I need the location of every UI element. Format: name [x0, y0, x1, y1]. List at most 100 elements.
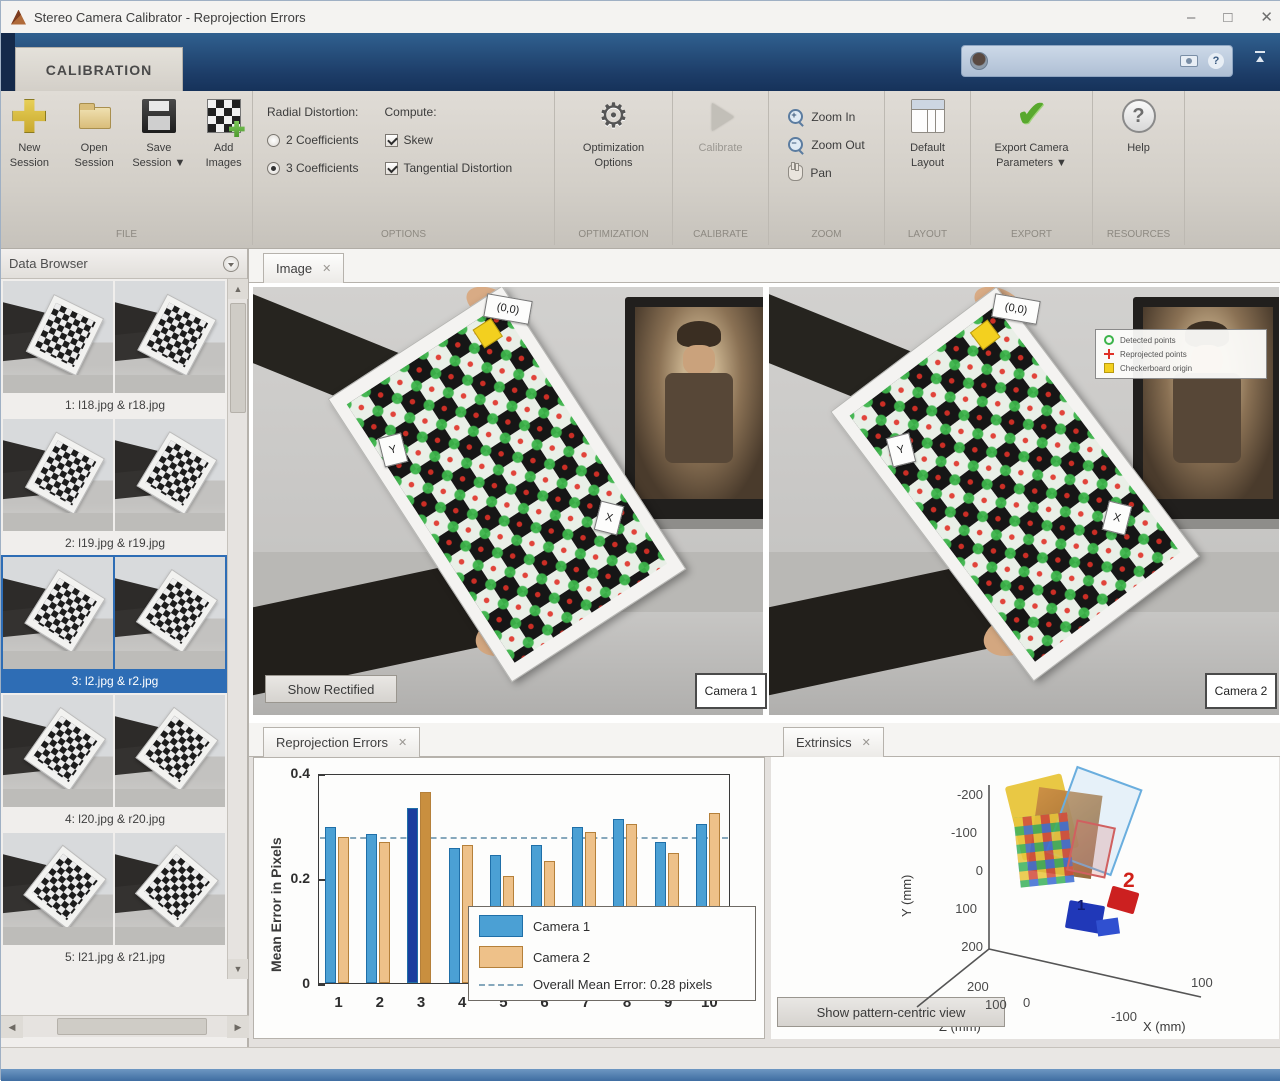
add-images-icon	[207, 99, 241, 133]
tab-image[interactable]: Image ✕	[263, 253, 344, 283]
y-tick-label: 0.2	[276, 870, 310, 886]
figure-body-shape	[1173, 373, 1241, 463]
radio-icon	[267, 134, 280, 147]
gear-icon: ⚙	[597, 99, 631, 133]
bar-camera1-group4	[449, 848, 460, 984]
checkbox-tangential-distortion[interactable]: Tangential Distortion	[385, 161, 513, 175]
vertical-scrollbar[interactable]: ▲ ▼	[227, 279, 247, 979]
scroll-right-arrow[interactable]: ▶	[227, 1016, 249, 1038]
camera-icon[interactable]	[1180, 55, 1198, 67]
save-session-button[interactable]: Save Session ▼	[131, 99, 188, 171]
image-pair-label[interactable]: 2: l19.jpg & r19.jpg	[1, 533, 229, 555]
help-icon[interactable]: ?	[1208, 53, 1224, 69]
close-button[interactable]: ✕	[1260, 10, 1273, 25]
list-item-image-pair[interactable]: 2: l19.jpg & r19.jpg	[1, 417, 229, 555]
close-icon[interactable]: ✕	[862, 736, 871, 749]
bar-camera1-group1	[325, 827, 336, 984]
legend-label: Camera 2	[533, 950, 590, 965]
tab-calibration[interactable]: CALIBRATION	[15, 47, 183, 91]
chart-ylabel: Mean Error in Pixels	[268, 837, 284, 972]
overall-mean-error-label: Overall Mean Error: 0.28 pixels	[533, 977, 712, 992]
legend-row: Reprojected points	[1104, 349, 1258, 359]
calibrate-button[interactable]: Calibrate	[681, 99, 761, 156]
show-rectified-button[interactable]: Show Rectified	[265, 675, 397, 703]
open-session-button[interactable]: Open Session	[66, 99, 123, 171]
figure-body-shape	[665, 373, 733, 463]
extrinsics-tabstrip: Extrinsics ✕	[769, 723, 1280, 757]
layout-grid-icon	[911, 99, 945, 133]
origin-square	[1104, 363, 1114, 373]
reprojection-tabstrip: Reprojection Errors ✕	[249, 723, 769, 757]
reprojection-bar-chart[interactable]: Mean Error in Pixels00.20.412345678910Ca…	[253, 757, 765, 1039]
bar-camera2-group2	[379, 842, 390, 983]
new-session-button[interactable]: New Session	[1, 99, 58, 171]
scroll-down-arrow[interactable]: ▼	[228, 959, 248, 979]
legend-swatch	[479, 946, 523, 968]
thumbnail-photo	[115, 419, 225, 531]
help-button[interactable]: ? Help	[1109, 99, 1169, 156]
list-item-image-pair[interactable]: 1: l18.jpg & r18.jpg	[1, 279, 229, 417]
section-options: OPTIONS	[253, 223, 555, 245]
desk-shape	[115, 651, 225, 669]
y-tick-label: 0.4	[276, 765, 310, 781]
extrinsics-3d-plot[interactable]: Y (mm) X (mm) Z (mm) Show pattern-centri…	[771, 757, 1279, 1039]
ribbon-group-zoom: + Zoom In − Zoom Out Pan	[769, 91, 885, 223]
minimize-button[interactable]: –	[1187, 10, 1195, 25]
close-icon[interactable]: ✕	[398, 736, 407, 749]
scrollbar-thumb[interactable]	[230, 303, 246, 413]
export-camera-parameters-button[interactable]: ✔ Export Camera Parameters ▼	[978, 99, 1086, 171]
checkbox-icon	[385, 162, 398, 175]
section-layout: LAYOUT	[885, 223, 971, 245]
checker-pattern	[34, 303, 95, 367]
pan-button[interactable]: Pan	[788, 165, 864, 181]
thumbnail-photo	[115, 833, 225, 945]
close-icon[interactable]: ✕	[322, 262, 331, 275]
maximize-button[interactable]: □	[1223, 10, 1232, 25]
horizontal-scrollbar[interactable]: ◀ ▶	[1, 1015, 249, 1037]
status-bar	[1, 1047, 1280, 1081]
camera1-image[interactable]: (0,0)YX	[253, 287, 763, 715]
bar-camera1-group2	[366, 834, 377, 983]
play-icon	[704, 99, 738, 133]
list-item-image-pair[interactable]: 5: l21.jpg & r21.jpg	[1, 831, 229, 969]
z-tick-label: 100	[985, 997, 1007, 1012]
scroll-left-arrow[interactable]: ◀	[1, 1016, 23, 1038]
list-item-image-pair[interactable]: 4: l20.jpg & r20.jpg	[1, 693, 229, 831]
collapse-ribbon-icon[interactable]	[1253, 51, 1267, 65]
checkbox-skew[interactable]: Skew	[385, 133, 513, 147]
question-mark-icon: ?	[1122, 99, 1156, 133]
image-pair-label[interactable]: 5: l21.jpg & r21.jpg	[1, 947, 229, 969]
scroll-up-arrow[interactable]: ▲	[228, 279, 248, 299]
ribbon-edge	[1, 33, 15, 91]
radio-2-coefficients[interactable]: 2 Coefficients	[267, 133, 359, 147]
chart-legend: Camera 1Camera 2Overall Mean Error: 0.28…	[468, 906, 756, 1001]
default-layout-button[interactable]: Default Layout	[893, 99, 963, 171]
compute-label: Compute:	[385, 105, 513, 119]
zoom-in-button[interactable]: + Zoom In	[788, 109, 864, 125]
legend-swatch	[479, 915, 523, 937]
tab-extrinsics[interactable]: Extrinsics ✕	[783, 727, 884, 757]
scrollbar-thumb[interactable]	[57, 1018, 207, 1035]
data-browser-title: Data Browser	[9, 256, 88, 271]
radio-3-coefficients[interactable]: 3 Coefficients	[267, 161, 359, 175]
checkerboard-thumb	[136, 569, 218, 653]
zoom-out-button[interactable]: − Zoom Out	[788, 137, 864, 153]
image-pair-label[interactable]: 1: l18.jpg & r18.jpg	[1, 395, 229, 417]
image-pair-label[interactable]: 4: l20.jpg & r20.jpg	[1, 809, 229, 831]
radio-selected-icon	[267, 162, 280, 175]
optimization-options-button[interactable]: ⚙ Optimization Options	[569, 99, 659, 171]
desk-shape	[3, 789, 113, 807]
y-tick-label: 0	[276, 975, 310, 991]
list-item-image-pair[interactable]: 3: l2.jpg & r2.jpg	[1, 555, 229, 693]
add-images-button[interactable]: Add Images	[195, 99, 252, 171]
quick-access-toolbar[interactable]: ?	[961, 45, 1233, 77]
image-tabstrip: Image ✕	[249, 249, 1280, 283]
thumbnail-photo	[115, 557, 225, 669]
panel-menu-icon[interactable]	[223, 256, 239, 272]
thumbnail-photo	[3, 833, 113, 945]
section-optimization: OPTIMIZATION	[555, 223, 673, 245]
image-pair-label[interactable]: 3: l2.jpg & r2.jpg	[1, 671, 229, 693]
tab-reprojection-errors[interactable]: Reprojection Errors ✕	[263, 727, 420, 757]
camera2-image[interactable]: (0,0)YXDetected pointsReprojected points…	[769, 287, 1279, 715]
chart-legend-row: Camera 2	[479, 946, 745, 968]
